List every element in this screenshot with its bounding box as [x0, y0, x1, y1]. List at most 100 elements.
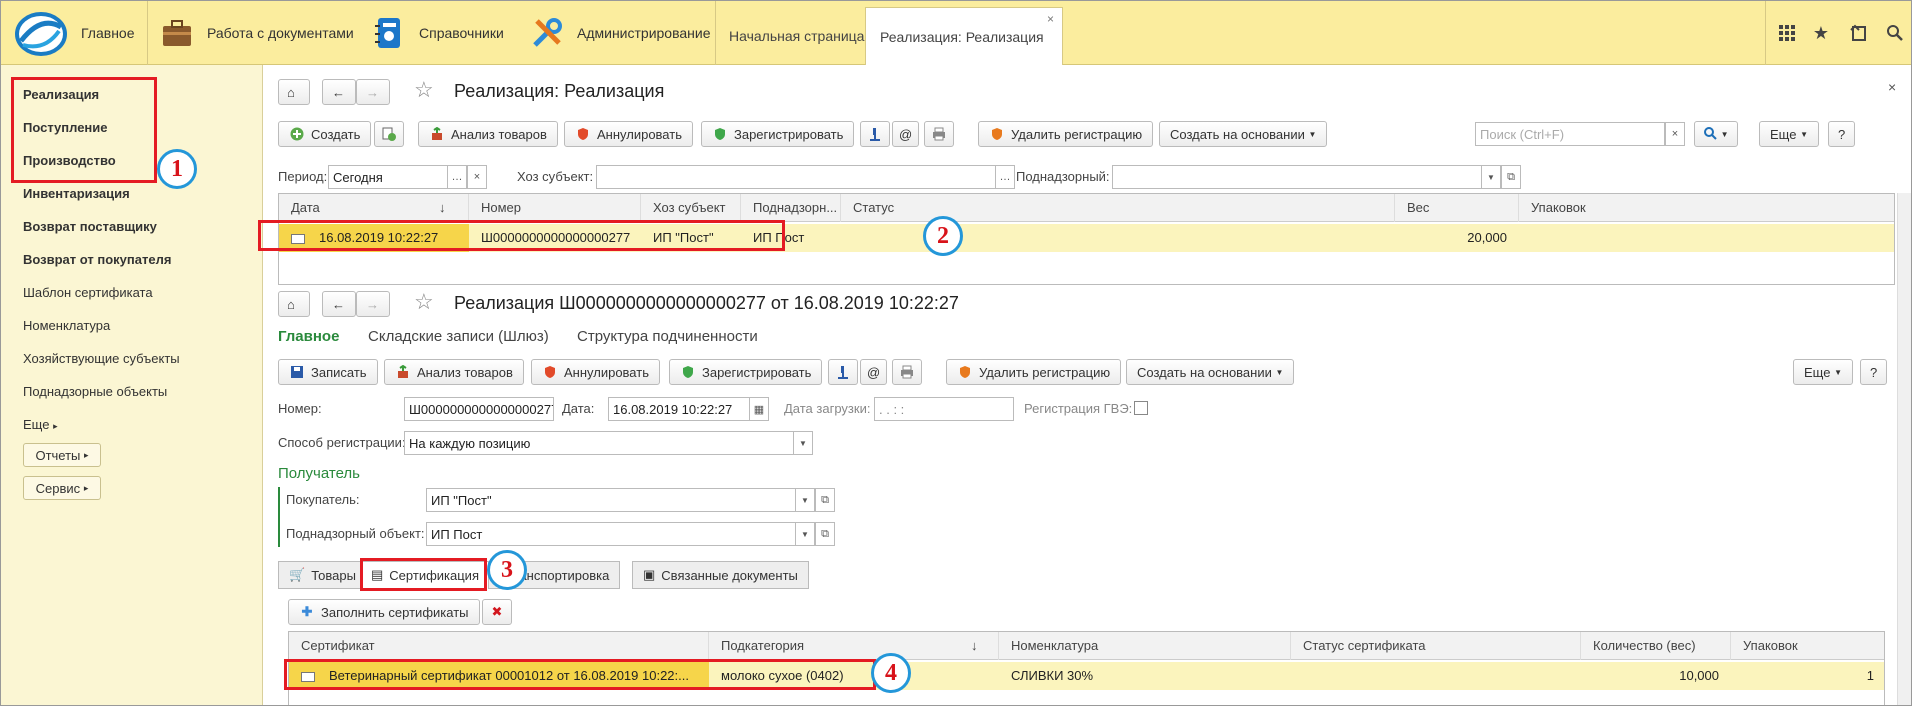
period-select-icon[interactable]: … [447, 165, 467, 189]
tab-structure[interactable]: Структура подчиненности [577, 328, 758, 345]
col-weight[interactable]: Вес [1395, 194, 1519, 222]
open-icon[interactable]: ⧉ [815, 488, 835, 512]
sidebar-item-inventory[interactable]: Инвентаризация [23, 186, 130, 201]
save-button[interactable]: Записать [278, 359, 378, 385]
chevron-down-icon[interactable]: ▼ [795, 488, 815, 512]
doc-analysis-button[interactable]: Анализ товаров [384, 359, 524, 385]
scrollbar[interactable] [1897, 193, 1911, 705]
reports-button[interactable]: Отчеты ▸ [23, 443, 101, 467]
doc-more-button[interactable]: Еще ▼ [1793, 359, 1853, 385]
app-logo-icon[interactable] [15, 11, 67, 57]
col-packs[interactable]: Упаковок [1519, 194, 1679, 222]
arrow-right-icon: → [366, 296, 379, 312]
gve-checkbox[interactable] [1134, 401, 1148, 415]
create-button[interactable]: Создать [278, 121, 372, 147]
subject-field[interactable] [596, 165, 996, 189]
doc-help-button[interactable]: ? [1860, 359, 1888, 385]
doc-create-basis-button[interactable]: Создать на основании ▼ [1126, 359, 1295, 385]
unregister-button[interactable]: Удалить регистрацию [978, 121, 1154, 147]
history-icon[interactable] [1847, 21, 1871, 45]
search-button[interactable]: ▼ [1694, 121, 1738, 147]
search-icon[interactable] [1883, 21, 1907, 45]
back-button[interactable]: ← [322, 79, 356, 105]
col-certificate[interactable]: Сертификат [289, 632, 709, 660]
more-button[interactable]: Еще ▼ [1759, 121, 1819, 147]
supervised-field[interactable] [1112, 165, 1482, 189]
apps-grid-icon[interactable] [1775, 21, 1799, 45]
open-icon[interactable]: ⧉ [1501, 165, 1521, 189]
annul-button[interactable]: Аннулировать [564, 121, 693, 147]
object-field[interactable]: ИП Пост [426, 522, 796, 546]
email-button[interactable]: @ [892, 121, 920, 147]
period-clear-icon[interactable]: × [467, 165, 487, 189]
nav-home[interactable]: Главное [81, 1, 135, 65]
load-date-field[interactable]: . . : : [874, 397, 1014, 421]
microscope-button[interactable] [860, 121, 890, 147]
favorites-star-icon[interactable]: ★ [1809, 21, 1833, 45]
buyer-field[interactable]: ИП "Пост" [426, 488, 796, 512]
period-field[interactable]: Сегодня [328, 165, 448, 189]
help-button[interactable]: ? [1828, 121, 1856, 147]
col-cert-status[interactable]: Статус сертификата [1291, 632, 1581, 660]
doc-home-button[interactable]: ⌂ [278, 291, 310, 317]
sidebar-item-objects[interactable]: Поднадзорные объекты [23, 384, 167, 399]
close-form-icon[interactable]: × [1888, 79, 1896, 95]
doc-email-button[interactable]: @ [860, 359, 888, 385]
col-number[interactable]: Номер [469, 194, 641, 222]
home-button[interactable]: ⌂ [278, 79, 310, 105]
tab-main[interactable]: Главное [278, 328, 339, 345]
sidebar-item-nomenclature[interactable]: Номенклатура [23, 318, 110, 333]
sidebar-item-more[interactable]: Еще ▸ [23, 417, 58, 432]
sidebar-item-return-buyer[interactable]: Возврат от покупателя [23, 252, 171, 267]
col-supervised[interactable]: Поднадзорн... [741, 194, 841, 222]
date-field[interactable]: 16.08.2019 10:22:27 [608, 397, 750, 421]
nav-references[interactable]: Справочники [371, 1, 504, 65]
tab-warehouse[interactable]: Складские записи (Шлюз) [368, 328, 549, 345]
col-status[interactable]: Статус [841, 194, 1395, 222]
chevron-down-icon[interactable]: ▼ [793, 431, 813, 455]
register-button[interactable]: Зарегистрировать [701, 121, 855, 147]
close-tab-icon[interactable]: × [1047, 12, 1054, 26]
sidebar-item-subjects[interactable]: Хозяйствующие субъекты [23, 351, 180, 366]
nav-admin[interactable]: Администрирование [529, 1, 711, 65]
doc-favorite-star-icon[interactable]: ☆ [414, 289, 434, 315]
col-cert-packs[interactable]: Упаковок [1731, 632, 1886, 660]
doc-unregister-button[interactable]: Удалить регистрацию [946, 359, 1122, 385]
col-quantity[interactable]: Количество (вес) [1581, 632, 1731, 660]
search-input[interactable]: Поиск (Ctrl+F) [1475, 122, 1665, 146]
create-basis-button[interactable]: Создать на основании ▼ [1159, 121, 1328, 147]
tab-related-docs[interactable]: ▣ Связанные документы [632, 561, 809, 589]
col-date[interactable]: Дата ↓ [279, 194, 469, 222]
analysis-button[interactable]: Анализ товаров [418, 121, 558, 147]
doc-register-button[interactable]: Зарегистрировать [669, 359, 823, 385]
tab-start-page[interactable]: Начальная страница [715, 7, 878, 65]
print-button[interactable] [924, 121, 954, 147]
doc-back-button[interactable]: ← [322, 291, 356, 317]
doc-print-button[interactable] [892, 359, 922, 385]
subject-select-icon[interactable]: … [995, 165, 1015, 189]
delete-certificate-button[interactable]: ✖ [482, 599, 512, 625]
doc-forward-button[interactable]: → [356, 291, 390, 317]
doc-microscope-button[interactable] [828, 359, 858, 385]
nav-documents[interactable]: Работа с документами [159, 1, 354, 65]
tab-goods[interactable]: 🛒 Товары [278, 561, 367, 589]
calendar-icon[interactable]: ▦ [749, 397, 769, 421]
method-field[interactable]: На каждую позицию [404, 431, 794, 455]
chevron-down-icon[interactable]: ▼ [795, 522, 815, 546]
col-nomenclature[interactable]: Номенклатура [999, 632, 1291, 660]
col-subject[interactable]: Хоз субъект [641, 194, 741, 222]
col-subcategory[interactable]: Подкатегория ↓ [709, 632, 999, 660]
service-button[interactable]: Сервис ▸ [23, 476, 101, 500]
doc-annul-button[interactable]: Аннулировать [531, 359, 660, 385]
copy-button[interactable] [374, 121, 404, 147]
favorite-star-icon[interactable]: ☆ [414, 77, 434, 103]
fill-certificates-button[interactable]: ✚ Заполнить сертификаты [288, 599, 480, 625]
forward-button[interactable]: → [356, 79, 390, 105]
clear-search-icon[interactable]: × [1665, 122, 1685, 146]
number-field[interactable]: Ш0000000000000000277 [404, 397, 554, 421]
tab-realization[interactable]: Реализация: Реализация × [865, 7, 1063, 65]
sidebar-item-return-supplier[interactable]: Возврат поставщику [23, 219, 157, 234]
sidebar-item-cert-template[interactable]: Шаблон сертификата [23, 285, 153, 300]
chevron-down-icon[interactable]: ▼ [1481, 165, 1501, 189]
open-icon[interactable]: ⧉ [815, 522, 835, 546]
